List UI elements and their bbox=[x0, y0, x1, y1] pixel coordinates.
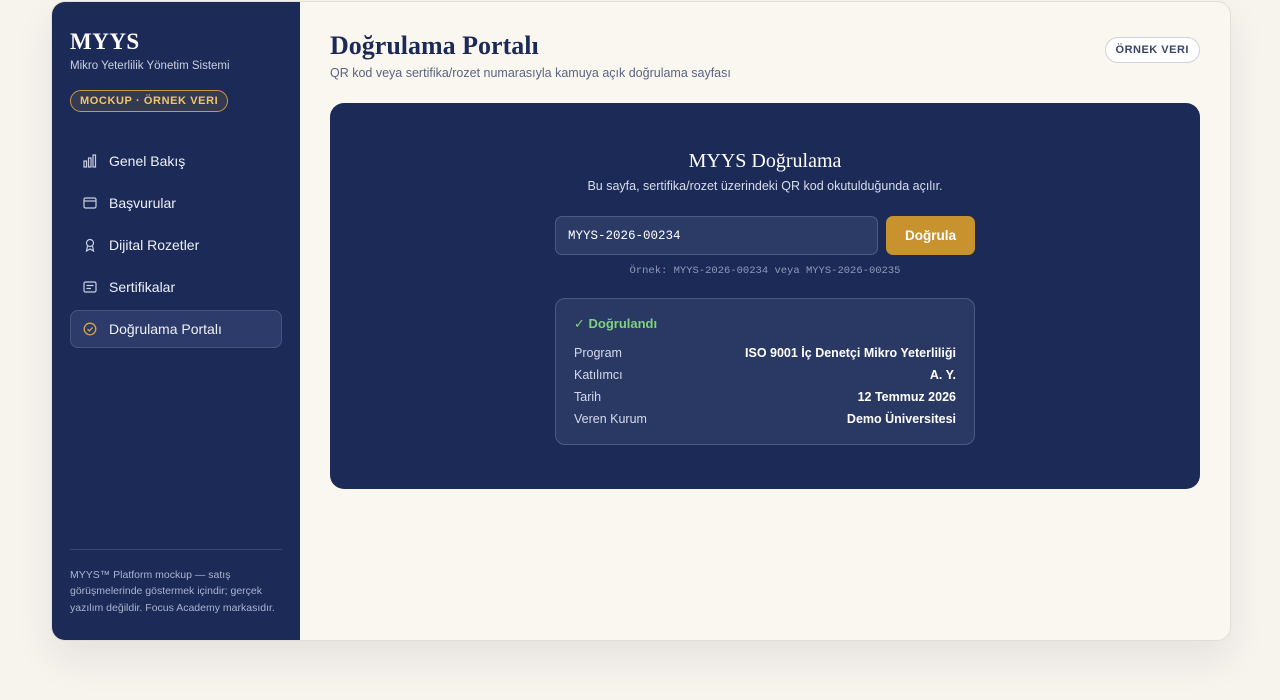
verify-button[interactable]: Doğrula bbox=[886, 216, 975, 255]
verified-status: ✓ Doğrulandı bbox=[574, 316, 658, 331]
sidebar: MYYS Mikro Yeterlilik Yönetim Sistemi MO… bbox=[52, 2, 300, 640]
certificate-number-input[interactable] bbox=[555, 216, 878, 255]
sidebar-item-label: Başvurular bbox=[109, 195, 176, 211]
verification-subtitle: Bu sayfa, sertifika/rozet üzerindeki QR … bbox=[587, 179, 943, 193]
sidebar-footer-note: MYYS™ Platform mockup — satış görüşmeler… bbox=[70, 548, 282, 617]
result-value: 12 Temmuz 2026 bbox=[857, 390, 956, 404]
result-label: Program bbox=[574, 346, 622, 360]
verification-result-card: ✓ Doğrulandı Program ISO 9001 İç Denetçi… bbox=[555, 298, 975, 445]
result-label: Tarih bbox=[574, 390, 602, 404]
verification-title: MYYS Doğrulama bbox=[688, 150, 842, 172]
sidebar-item-sertifikalar[interactable]: Sertifikalar bbox=[70, 268, 282, 306]
mockup-badge: MOCKUP · ÖRNEK VERI bbox=[70, 90, 229, 112]
sidebar-item-dogrulama-portali[interactable]: Doğrulama Portalı bbox=[70, 310, 282, 348]
result-label: Veren Kurum bbox=[574, 412, 647, 426]
example-hint: Örnek: MYYS-2026-00234 veya MYYS-2026-00… bbox=[629, 265, 901, 277]
page-title: Doğrulama Portalı bbox=[330, 31, 539, 60]
sidebar-item-label: Doğrulama Portalı bbox=[109, 321, 222, 337]
award-icon bbox=[83, 238, 97, 252]
result-value: A. Y. bbox=[929, 368, 956, 382]
result-row: Tarih 12 Temmuz 2026 bbox=[574, 386, 956, 408]
result-row: Katılımcı A. Y. bbox=[574, 364, 956, 386]
main-content: Doğrulama Portalı QR kod veya sertifika/… bbox=[300, 2, 1230, 640]
sidebar-item-genel-bakis[interactable]: Genel Bakış bbox=[70, 142, 282, 180]
page-subtitle: QR kod veya sertifika/rozet numarasıyla … bbox=[330, 66, 731, 80]
certificate-icon bbox=[83, 280, 97, 294]
result-value: Demo Üniversitesi bbox=[846, 412, 956, 426]
brand-logo: MYYS bbox=[70, 29, 140, 54]
result-value: ISO 9001 İç Denetçi Mikro Yeterliliği bbox=[745, 346, 956, 360]
sidebar-item-label: Genel Bakış bbox=[109, 153, 186, 169]
sidebar-item-basvurular[interactable]: Başvurular bbox=[70, 184, 282, 222]
app-window: MYYS Mikro Yeterlilik Yönetim Sistemi MO… bbox=[51, 1, 1231, 641]
result-row: Program ISO 9001 İç Denetçi Mikro Yeterl… bbox=[574, 342, 956, 364]
verification-panel: MYYS Doğrulama Bu sayfa, sertifika/rozet… bbox=[330, 103, 1200, 489]
result-label: Katılımcı bbox=[574, 368, 623, 382]
sample-data-badge: ÖRNEK VERI bbox=[1104, 37, 1200, 63]
sidebar-item-dijital-rozetler[interactable]: Dijital Rozetler bbox=[70, 226, 282, 264]
check-circle-icon bbox=[83, 322, 97, 336]
sidebar-item-label: Dijital Rozetler bbox=[109, 237, 200, 253]
window-icon bbox=[83, 196, 97, 210]
result-row: Veren Kurum Demo Üniversitesi bbox=[574, 408, 956, 430]
bar-chart-icon bbox=[83, 154, 97, 168]
brand-subtitle: Mikro Yeterlilik Yönetim Sistemi bbox=[70, 60, 230, 72]
sidebar-item-label: Sertifikalar bbox=[109, 279, 176, 295]
sidebar-nav: Genel Bakış Başvurular Dijital Rozetler bbox=[70, 142, 282, 348]
